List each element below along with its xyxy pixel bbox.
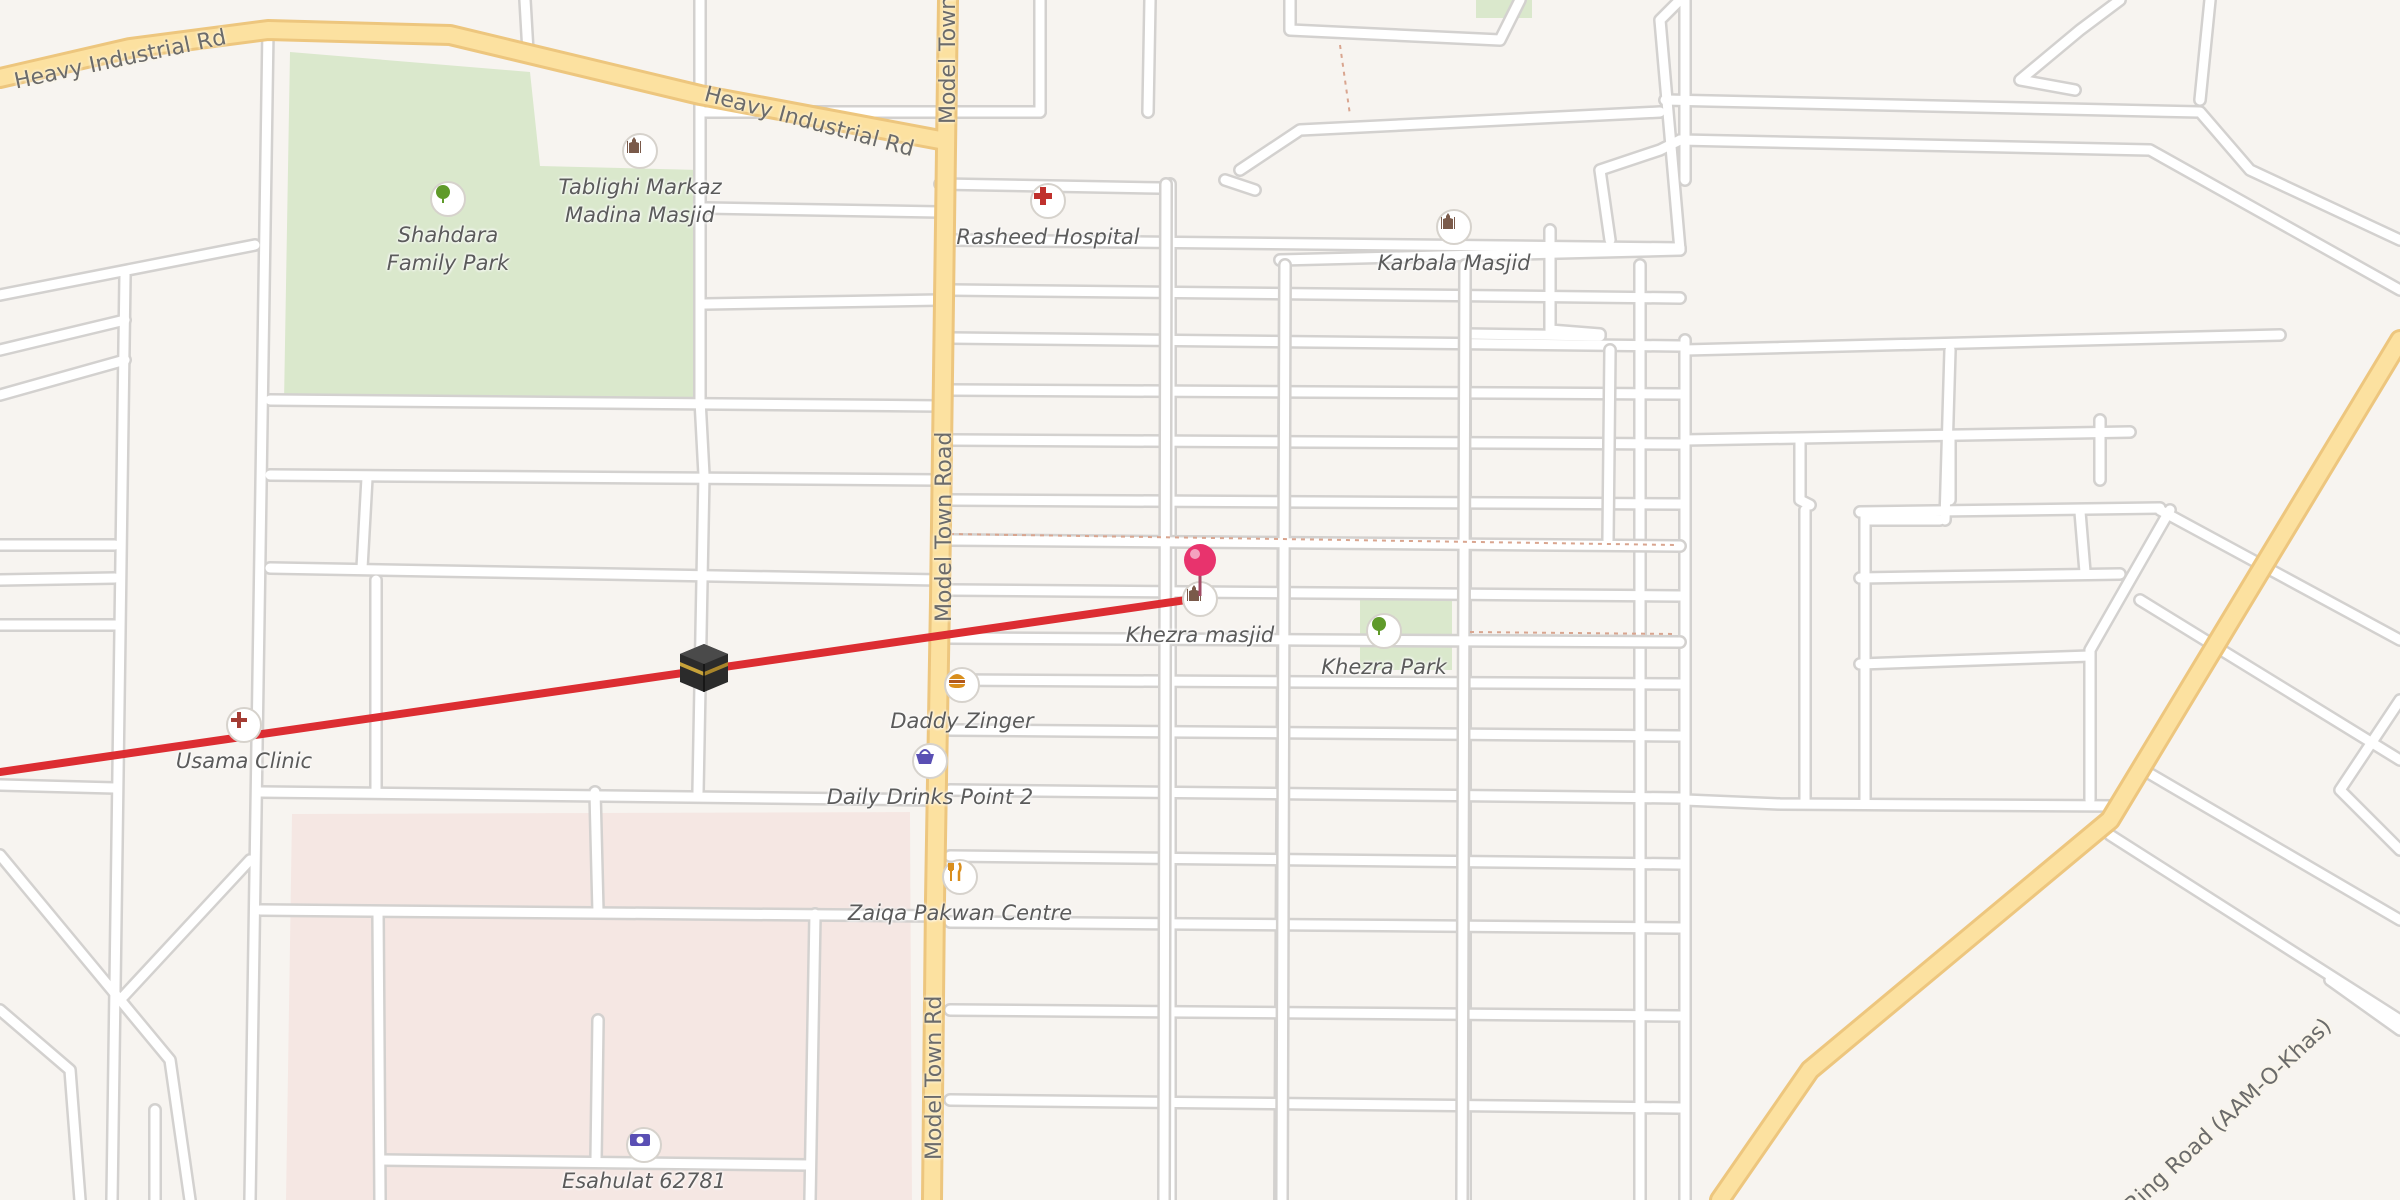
fast-food-icon <box>944 667 980 703</box>
poi-zaiqa-pakwan-centre[interactable]: Zaiqa Pakwan Centre <box>848 859 1072 925</box>
mosque-icon <box>1436 209 1472 245</box>
poi-khezra-park[interactable]: Khezra Park <box>1321 613 1447 679</box>
poi-usama-clinic[interactable]: Usama Clinic <box>176 707 312 773</box>
park-tree-icon <box>1366 613 1402 649</box>
clinic-cross-icon <box>226 707 262 743</box>
shopping-basket-icon <box>912 743 948 779</box>
map-canvas[interactable]: Heavy Industrial Rd Heavy Industrial Rd … <box>0 0 2400 1200</box>
location-pin-icon[interactable] <box>1182 542 1218 598</box>
poi-label: Khezra Park <box>1321 655 1447 679</box>
poi-label: Khezra masjid <box>1125 623 1275 647</box>
mosque-icon <box>622 133 658 169</box>
poi-label: Esahulat 62781 <box>561 1169 727 1193</box>
road-label-model-town-top: Model Town Road <box>936 0 961 124</box>
poi-label: Shahdara Family Park <box>386 223 510 275</box>
kaaba-icon[interactable] <box>676 640 732 696</box>
poi-label: Daddy Zinger <box>890 709 1034 733</box>
poi-rasheed-hospital[interactable]: Rasheed Hospital <box>956 183 1140 249</box>
poi-esahulat-62781[interactable]: Esahulat 62781 <box>562 1127 726 1193</box>
road-label-model-town-bottom: Model Town Rd <box>922 995 947 1160</box>
poi-label: Usama Clinic <box>175 749 313 773</box>
hospital-cross-icon <box>1030 183 1066 219</box>
atm-money-icon <box>626 1127 662 1163</box>
road-label-model-town-middle: Model Town Road <box>932 431 957 622</box>
poi-khezra-masjid[interactable]: Khezra masjid <box>1126 581 1274 647</box>
poi-tablighi-markaz[interactable]: Tablighi Markaz Madina Masjid <box>558 133 722 227</box>
poi-label: Tablighi Markaz Madina Masjid <box>558 175 722 227</box>
poi-daddy-zinger[interactable]: Daddy Zinger <box>890 667 1034 733</box>
restaurant-icon <box>942 859 978 895</box>
poi-label: Rasheed Hospital <box>956 225 1140 249</box>
poi-shahdara-family-park[interactable]: Shahdara Family Park <box>387 181 509 275</box>
poi-label: Zaiqa Pakwan Centre <box>847 901 1073 925</box>
poi-karbala-masjid[interactable]: Karbala Masjid <box>1377 209 1531 275</box>
poi-label: Daily Drinks Point 2 <box>826 785 1034 809</box>
poi-daily-drinks-point-2[interactable]: Daily Drinks Point 2 <box>827 743 1033 809</box>
park-tree-icon <box>430 181 466 217</box>
poi-label: Karbala Masjid <box>1377 251 1531 275</box>
